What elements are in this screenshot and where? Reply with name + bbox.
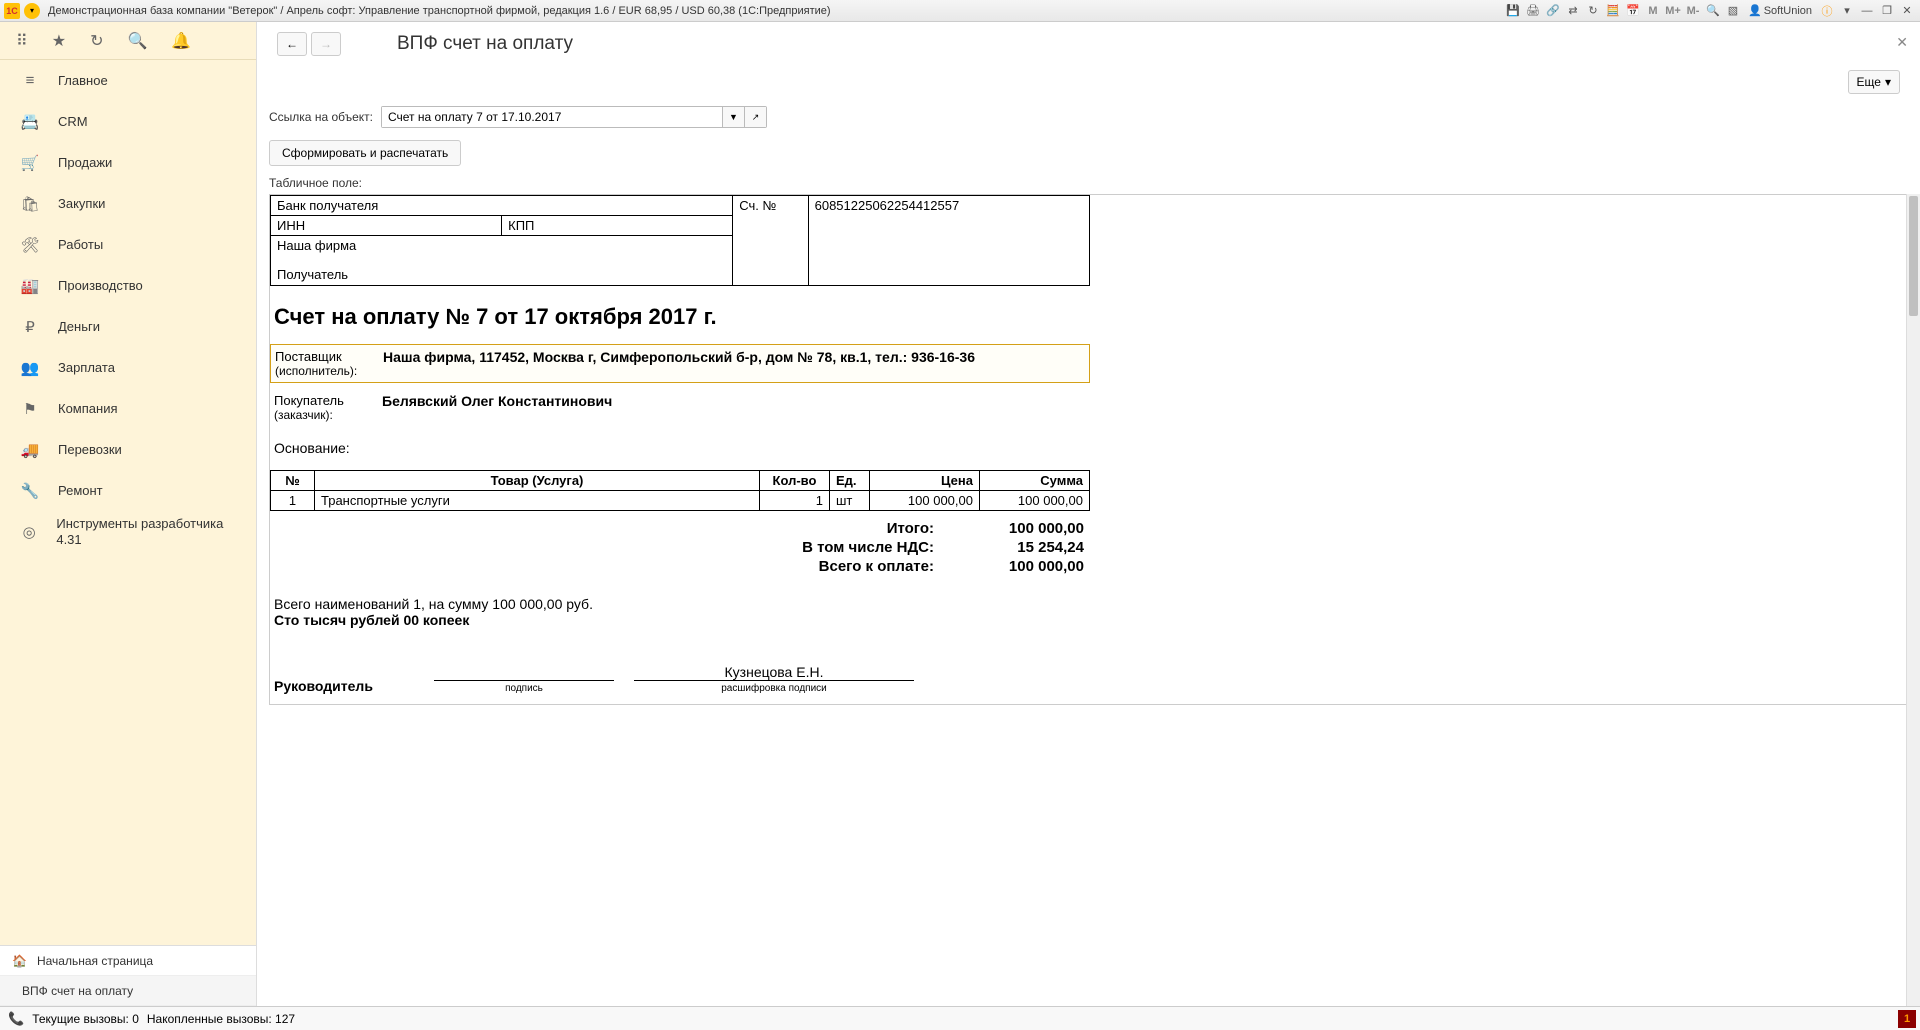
firm-recipient-cell: Наша фирма Получатель bbox=[271, 236, 733, 286]
nav-repair[interactable]: 🔧Ремонт bbox=[0, 470, 256, 511]
calendar-icon[interactable]: 📅 bbox=[1624, 2, 1642, 20]
vertical-scrollbar[interactable] bbox=[1906, 194, 1920, 1006]
items-table: № Товар (Услуга) Кол-во Ед. Цена Сумма 1… bbox=[270, 470, 1090, 511]
info-icon[interactable]: ⓘ bbox=[1818, 2, 1836, 20]
app-logo-icon: 1C bbox=[4, 3, 20, 19]
back-button[interactable]: ← bbox=[277, 32, 307, 56]
account-label-cell: Сч. № bbox=[733, 196, 808, 286]
nav-sales[interactable]: 🛒Продажи bbox=[0, 142, 256, 183]
cart-icon: 🛒 bbox=[20, 154, 40, 172]
save-icon[interactable]: 💾 bbox=[1504, 2, 1522, 20]
close-icon[interactable]: ✕ bbox=[1898, 2, 1916, 20]
refresh-icon[interactable]: ↻ bbox=[1584, 2, 1602, 20]
nav-transport[interactable]: 🚚Перевозки bbox=[0, 429, 256, 470]
people-icon: 👥 bbox=[20, 359, 40, 377]
table-field-label: Табличное поле: bbox=[257, 176, 1920, 194]
buyer-block: Покупатель(заказчик): Белявский Олег Кон… bbox=[270, 389, 1090, 426]
user-label[interactable]: 👤 SoftUnion bbox=[1748, 4, 1812, 17]
ref-label: Ссылка на объект: bbox=[269, 110, 373, 124]
main-content: ✕ ← → ВПФ счет на оплату Еще ▾ Ссылка на… bbox=[257, 22, 1920, 1006]
windows-icon[interactable]: ▧ bbox=[1724, 2, 1742, 20]
nav-main[interactable]: ≡Главное bbox=[0, 60, 256, 101]
nav-money[interactable]: ₽Деньги bbox=[0, 306, 256, 347]
more-button[interactable]: Еще ▾ bbox=[1848, 70, 1900, 94]
forward-button[interactable]: → bbox=[311, 32, 341, 56]
window-titlebar: 1C ▾ Демонстрационная база компании "Вет… bbox=[0, 0, 1920, 22]
favorites-star-icon[interactable]: ★ bbox=[52, 31, 66, 51]
generate-print-button[interactable]: Сформировать и распечатать bbox=[269, 140, 461, 166]
home-page-link[interactable]: 🏠Начальная страница bbox=[0, 946, 256, 976]
phone-icon: 📞 bbox=[8, 1011, 24, 1027]
chevron-down-icon: ▾ bbox=[1885, 75, 1891, 89]
factory-icon: 🏭 bbox=[20, 277, 40, 295]
nav-production[interactable]: 🏭Производство bbox=[0, 265, 256, 306]
history-icon[interactable]: ↻ bbox=[90, 31, 103, 51]
document-preview: Банк получателя Сч. № 608512250622544125… bbox=[269, 194, 1908, 705]
ruble-icon: ₽ bbox=[20, 318, 40, 336]
nav-works[interactable]: 🛠Работы bbox=[0, 224, 256, 265]
calculator-icon[interactable]: 🧮 bbox=[1604, 2, 1622, 20]
accumulated-calls: Накопленные вызовы: 127 bbox=[147, 1012, 295, 1026]
crm-icon: 📇 bbox=[20, 113, 40, 131]
current-calls: Текущие вызовы: 0 bbox=[32, 1012, 139, 1026]
compare-icon[interactable]: ⇄ bbox=[1564, 2, 1582, 20]
open-tab-invoice[interactable]: ВПФ счет на оплату bbox=[0, 976, 256, 1006]
close-tab-button[interactable]: ✕ bbox=[1896, 34, 1908, 51]
nav-crm[interactable]: 📇CRM bbox=[0, 101, 256, 142]
totals-block: Итого:100 000,00 В том числе НДС:15 254,… bbox=[270, 511, 1090, 590]
bank-details-table: Банк получателя Сч. № 608512250622544125… bbox=[270, 195, 1090, 286]
nav-list: ≡Главное 📇CRM 🛒Продажи 🛍Закупки 🛠Работы … bbox=[0, 60, 256, 945]
page-title: ВПФ счет на оплату bbox=[397, 33, 573, 55]
flag-icon: ⚑ bbox=[20, 400, 40, 418]
account-value-cell: 60851225062254412557 bbox=[808, 196, 1089, 286]
nav-devtools[interactable]: ◎Инструменты разработчика 4.31 bbox=[0, 511, 256, 552]
recipient-bank-cell: Банк получателя bbox=[271, 196, 733, 216]
table-row: 1 Транспортные услуги 1 шт 100 000,00 10… bbox=[271, 491, 1090, 511]
inn-cell: ИНН bbox=[271, 216, 502, 236]
nav-company[interactable]: ⚑Компания bbox=[0, 388, 256, 429]
mem-mminus[interactable]: M- bbox=[1684, 2, 1702, 20]
zoom-icon[interactable]: 🔍 bbox=[1704, 2, 1722, 20]
wrench-icon: 🔧 bbox=[20, 482, 40, 500]
scrollbar-thumb[interactable] bbox=[1909, 196, 1918, 316]
summary-text: Всего наименований 1, на сумму 100 000,0… bbox=[270, 590, 1907, 634]
ref-input[interactable] bbox=[382, 107, 722, 127]
minimize-icon[interactable]: — bbox=[1858, 2, 1876, 20]
mem-m[interactable]: M bbox=[1644, 2, 1662, 20]
nav-purchases[interactable]: 🛍Закупки bbox=[0, 183, 256, 224]
chevron-down-icon[interactable]: ▾ bbox=[1838, 2, 1856, 20]
menu-icon: ≡ bbox=[20, 72, 40, 89]
search-icon[interactable]: 🔍 bbox=[127, 31, 147, 51]
maximize-icon[interactable]: ❐ bbox=[1878, 2, 1896, 20]
document-title: Счет на оплату № 7 от 17 октября 2017 г. bbox=[270, 286, 1907, 344]
supplier-block: Поставщик(исполнитель): Наша фирма, 1174… bbox=[270, 344, 1090, 383]
truck-icon: 🚚 bbox=[20, 441, 40, 459]
statusbar: 📞 Текущие вызовы: 0 Накопленные вызовы: … bbox=[0, 1006, 1920, 1030]
app-menu-dropdown[interactable]: ▾ bbox=[24, 3, 40, 19]
mem-mplus[interactable]: M+ bbox=[1664, 2, 1682, 20]
apps-grid-icon[interactable]: ⠿ bbox=[16, 31, 28, 51]
error-indicator[interactable]: 1 bbox=[1898, 1010, 1916, 1028]
link-icon[interactable]: 🔗 bbox=[1544, 2, 1562, 20]
tools-icon: 🛠 bbox=[20, 236, 40, 254]
nav-salary[interactable]: 👥Зарплата bbox=[0, 347, 256, 388]
home-icon: 🏠 bbox=[12, 954, 27, 968]
signature-row: Руководитель подпись Кузнецова Е.Н. расш… bbox=[270, 634, 1090, 704]
window-title: Демонстрационная база компании "Ветерок"… bbox=[48, 5, 1504, 17]
notifications-bell-icon[interactable]: 🔔 bbox=[171, 31, 191, 51]
print-icon[interactable]: 🖨 bbox=[1524, 2, 1542, 20]
basis-row: Основание: bbox=[270, 432, 1907, 470]
ref-open-button[interactable]: ↗ bbox=[744, 107, 766, 127]
bag-icon: 🛍 bbox=[20, 195, 40, 213]
ref-dropdown-button[interactable]: ▼ bbox=[722, 107, 744, 127]
kpp-cell: КПП bbox=[502, 216, 733, 236]
sidebar: ⠿ ★ ↻ 🔍 🔔 ≡Главное 📇CRM 🛒Продажи 🛍Закупк… bbox=[0, 22, 257, 1006]
gear-circle-icon: ◎ bbox=[20, 523, 38, 541]
